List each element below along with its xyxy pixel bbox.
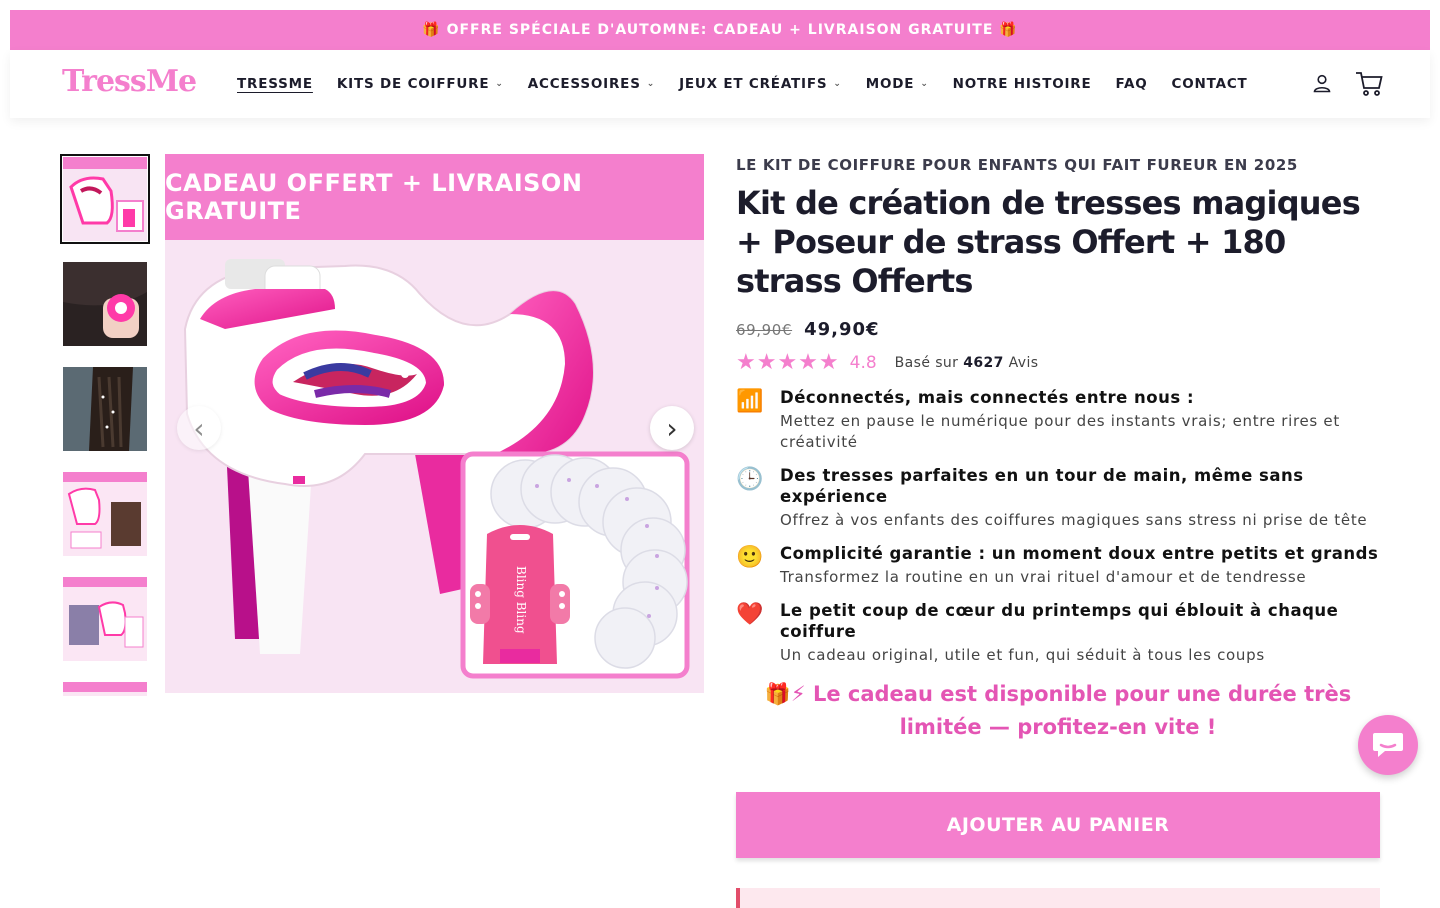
feature-item: 🕒 Des tresses parfaites en un tour de ma… bbox=[736, 465, 1380, 531]
feature-item: 🙂 Complicité garantie : un moment doux e… bbox=[736, 543, 1380, 588]
thumbnail-1[interactable] bbox=[60, 154, 150, 244]
nav-item-accessoires[interactable]: ACCESSOIRES ⌄ bbox=[528, 76, 655, 92]
thumbnail-4[interactable] bbox=[60, 469, 150, 559]
thumbnail-list[interactable] bbox=[60, 154, 150, 696]
main-nav: TRESSME KITS DE COIFFURE ⌄ ACCESSOIRES ⌄ J… bbox=[237, 50, 1248, 118]
nav-label: CONTACT bbox=[1171, 76, 1248, 92]
clock-icon: 🕒 bbox=[736, 467, 764, 492]
notice-strip bbox=[736, 888, 1380, 908]
chat-button[interactable] bbox=[1358, 715, 1418, 775]
chevron-left-icon: ‹ bbox=[193, 411, 205, 445]
announcement-text: 🎁 OFFRE SPÉCIALE D'AUTOMNE: CADEAU + LIV… bbox=[422, 22, 1018, 38]
reviews-count: 4627 bbox=[963, 354, 1004, 371]
review-summary: Basé sur 4627 Avis bbox=[895, 355, 1039, 371]
reviews-prefix: Basé sur bbox=[894, 354, 959, 371]
site-header: TressMe TRESSME KITS DE COIFFURE ⌄ ACCESS… bbox=[10, 50, 1430, 118]
nav-item-tressme[interactable]: TRESSME bbox=[237, 76, 313, 92]
add-to-cart-button[interactable]: AJOUTER AU PANIER bbox=[736, 792, 1380, 858]
main-product-image: CADEAU OFFERT + LIVRAISON GRATUITE Bling… bbox=[165, 154, 704, 693]
nav-item-notre-histoire[interactable]: NOTRE HISTOIRE bbox=[953, 76, 1092, 92]
feature-desc: Mettez en pause le numérique pour des in… bbox=[780, 412, 1340, 451]
nav-item-contact[interactable]: CONTACT bbox=[1172, 76, 1248, 92]
nav-label: FAQ bbox=[1115, 76, 1148, 92]
cart-icon[interactable] bbox=[1354, 68, 1384, 98]
feature-title: Déconnectés, mais connectés entre nous : bbox=[780, 388, 1195, 407]
feature-desc: Offrez à vos enfants des coiffures magiq… bbox=[780, 511, 1368, 529]
feature-item: 📶 Déconnectés, mais connectés entre nous… bbox=[736, 387, 1380, 453]
rating-value: 4.8 bbox=[849, 352, 877, 373]
thumbnail-5[interactable] bbox=[60, 574, 150, 664]
chevron-down-icon: ⌄ bbox=[920, 79, 929, 89]
nav-item-faq[interactable]: FAQ bbox=[1116, 76, 1148, 92]
feature-title: Des tresses parfaites en un tour de main… bbox=[780, 466, 1304, 506]
product-title: Kit de création de tresses magiques + Po… bbox=[736, 184, 1361, 300]
promo-message: 🎁⚡ Le cadeau est disponible pour une dur… bbox=[764, 682, 1352, 739]
signal-bars-icon: 📶 bbox=[736, 389, 764, 414]
logo[interactable]: TressMe bbox=[62, 64, 197, 99]
device-label: Bling Bling bbox=[514, 566, 528, 634]
thumbnail-2[interactable] bbox=[60, 259, 150, 349]
heart-icon: ❤️ bbox=[736, 602, 764, 627]
header-icons bbox=[1312, 68, 1384, 98]
rating-row[interactable]: ★★★★★ 4.8 Basé sur 4627 Avis bbox=[736, 350, 1380, 375]
nav-label: JEUX ET CRÉATIFS bbox=[679, 76, 828, 92]
product-info: LE KIT DE COIFFURE POUR ENFANTS QUI FAIT… bbox=[736, 156, 1380, 744]
reviews-suffix: Avis bbox=[1008, 354, 1039, 371]
feature-list: 📶 Déconnectés, mais connectés entre nous… bbox=[736, 387, 1380, 666]
nav-label: NOTRE HISTOIRE bbox=[952, 76, 1092, 92]
price-row: 69,90€ 49,90€ bbox=[736, 319, 1380, 340]
star-rating-icon: ★★★★★ bbox=[736, 350, 840, 375]
image-banner: CADEAU OFFERT + LIVRAISON GRATUITE bbox=[165, 154, 704, 240]
thumbnail-3[interactable] bbox=[60, 364, 150, 454]
smile-icon: 🙂 bbox=[736, 545, 764, 570]
feature-desc: Un cadeau original, utile et fun, qui sé… bbox=[780, 646, 1265, 664]
nav-label: MODE bbox=[865, 76, 915, 92]
nav-item-jeux-et-creatifs[interactable]: JEUX ET CRÉATIFS ⌄ bbox=[679, 76, 842, 92]
nav-item-mode[interactable]: MODE ⌄ bbox=[866, 76, 929, 92]
feature-desc: Transformez la routine en un vrai rituel… bbox=[780, 568, 1307, 586]
nav-item-kits-de-coiffure[interactable]: KITS DE COIFFURE ⌄ bbox=[337, 76, 504, 92]
compare-price: 69,90€ bbox=[736, 321, 793, 339]
nav-label: KITS DE COIFFURE bbox=[336, 76, 490, 92]
feature-title: Le petit coup de cœur du printemps qui é… bbox=[780, 601, 1339, 641]
chat-icon bbox=[1373, 733, 1403, 757]
chevron-down-icon: ⌄ bbox=[646, 79, 656, 89]
chevron-down-icon: ⌄ bbox=[833, 79, 842, 89]
product-eyebrow: LE KIT DE COIFFURE POUR ENFANTS QUI FAIT… bbox=[736, 156, 1298, 174]
chevron-down-icon: ⌄ bbox=[495, 79, 504, 89]
nav-label: ACCESSOIRES bbox=[527, 76, 641, 92]
nav-label: TRESSME bbox=[237, 76, 313, 92]
account-icon[interactable] bbox=[1312, 73, 1332, 93]
sale-price: 49,90€ bbox=[804, 319, 880, 340]
chevron-right-icon: › bbox=[666, 411, 678, 445]
thumbnail-6[interactable] bbox=[60, 679, 150, 696]
prev-image-button[interactable]: ‹ bbox=[177, 406, 221, 450]
feature-title: Complicité garantie : un moment doux ent… bbox=[780, 544, 1379, 563]
next-image-button[interactable]: › bbox=[650, 406, 694, 450]
announcement-bar: 🎁 OFFRE SPÉCIALE D'AUTOMNE: CADEAU + LIV… bbox=[10, 10, 1430, 50]
feature-item: ❤️ Le petit coup de cœur du printemps qu… bbox=[736, 600, 1380, 666]
